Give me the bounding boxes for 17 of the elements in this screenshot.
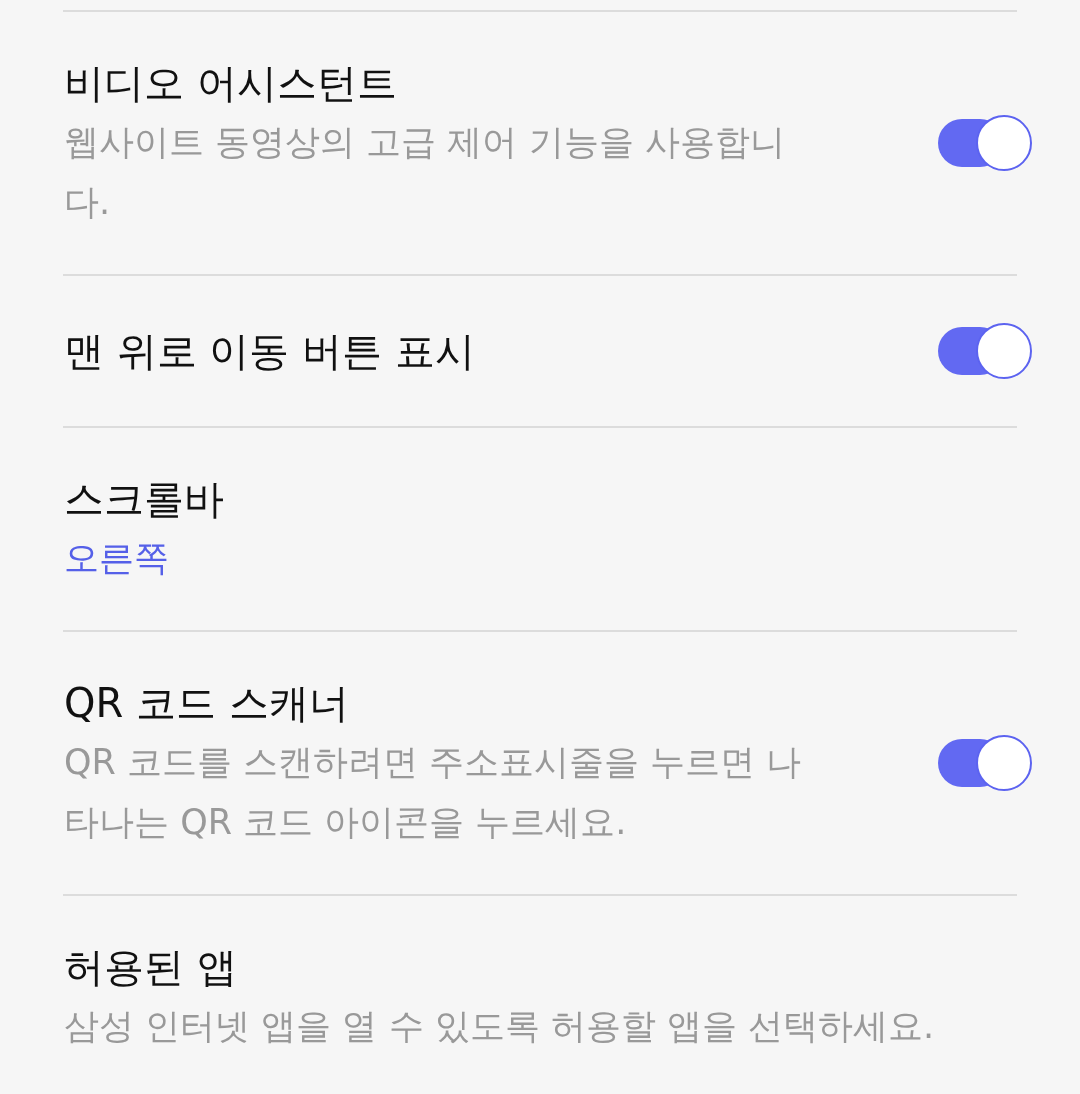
setting-description: 삼성 인터넷 앱을 열 수 있도록 허용할 앱을 선택하세요. xyxy=(64,1005,936,1048)
toggle-switch[interactable] xyxy=(938,323,1032,379)
setting-title: QR 코드 스캐너 xyxy=(64,679,350,728)
settings-row[interactable]: 비디오 어시스턴트 웹사이트 동영상의 고급 제어 기능을 사용합니다. xyxy=(0,12,1080,274)
settings-row[interactable]: 허용된 앱 삼성 인터넷 앱을 열 수 있도록 허용할 앱을 선택하세요. xyxy=(0,896,1080,1094)
toggle-switch[interactable] xyxy=(938,115,1032,171)
settings-row[interactable]: QR 코드 스캐너 QR 코드를 스캔하려면 주소표시줄을 누르면 나타나는 QR 코드 아이콘을 누르세요. xyxy=(0,632,1080,894)
setting-description: QR 코드를 스캔하려면 주소표시줄을 누르면 나타나는 QR 코드 아이콘을 누르세요. xyxy=(64,741,803,844)
settings-row[interactable]: 맨 위로 이동 버튼 표시 xyxy=(0,276,1080,426)
setting-title: 허용된 앱 xyxy=(64,943,238,992)
setting-description: 웹사이트 동영상의 고급 제어 기능을 사용합니다. xyxy=(64,121,786,224)
setting-title: 비디오 어시스턴트 xyxy=(64,59,398,108)
toggle-switch[interactable] xyxy=(938,735,1032,791)
setting-title: 맨 위로 이동 버튼 표시 xyxy=(64,327,476,376)
setting-title: 스크롤바 xyxy=(64,475,225,524)
settings-row[interactable]: 스크롤바 오른쪽 xyxy=(0,428,1080,630)
setting-value: 오른쪽 xyxy=(64,537,170,580)
